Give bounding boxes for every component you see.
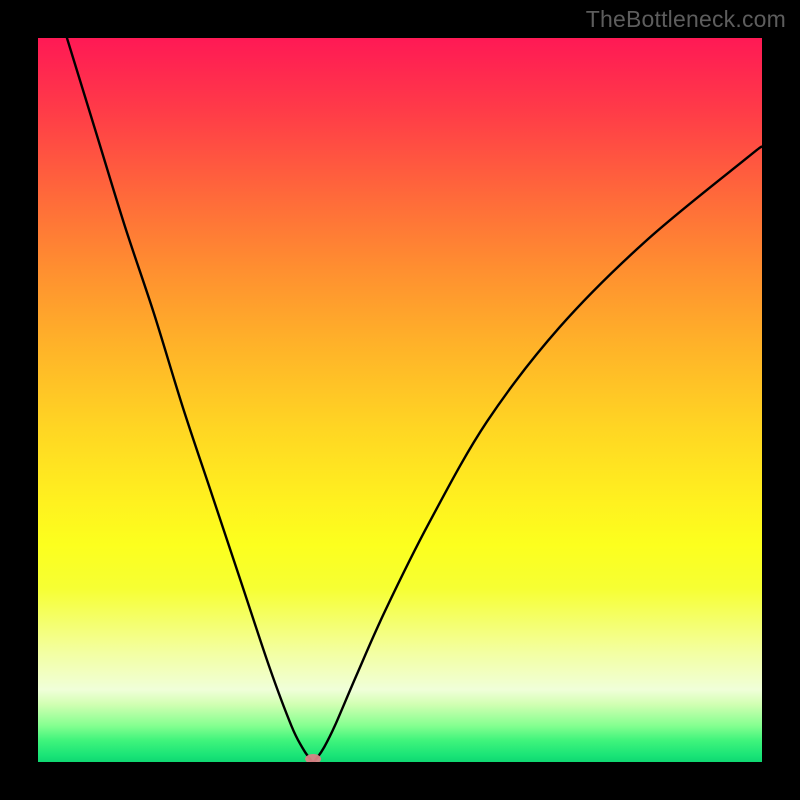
watermark-text: TheBottleneck.com bbox=[586, 6, 786, 33]
curve-layer bbox=[38, 38, 762, 762]
plot-area bbox=[38, 38, 762, 762]
chart-frame: TheBottleneck.com bbox=[0, 0, 800, 800]
bottleneck-curve bbox=[67, 38, 762, 762]
